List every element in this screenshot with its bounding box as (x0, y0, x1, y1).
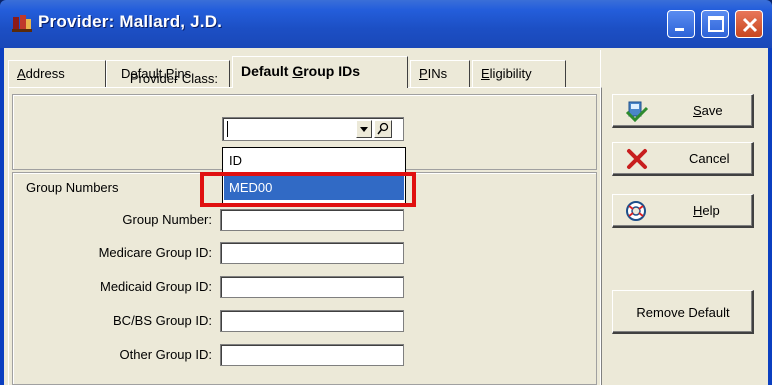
remove-default-label: Remove Default (636, 305, 730, 320)
help-button[interactable]: Help (612, 194, 754, 228)
medicare-group-id-label: Medicare Group ID: (98, 245, 212, 260)
cancel-label: Cancel (689, 151, 730, 166)
tab-pins[interactable]: PINs (410, 60, 470, 87)
lookup-icon (377, 122, 389, 135)
annotation-highlight (200, 172, 416, 207)
close-button[interactable] (735, 10, 763, 38)
save-label: ave (701, 103, 723, 118)
cancel-icon (627, 149, 647, 169)
group-numbers-heading: Group Numbers (26, 180, 119, 195)
tab-eligibility-label: ligibility (489, 66, 532, 81)
tab-eligibility-mnemonic: E (481, 66, 490, 81)
bcbs-group-id-label: BC/BS Group ID: (113, 313, 212, 328)
medicaid-group-id-field[interactable] (220, 276, 404, 298)
button-panel-divider (600, 50, 601, 385)
group-number-label: Group Number: (122, 212, 212, 227)
provider-window: Provider: Mallard, J.D. Address Default … (0, 0, 772, 385)
help-label: elp (702, 203, 720, 218)
tab-eligibility[interactable]: Eligibility (472, 60, 566, 87)
tab-default-group-ids-mnemonic: G (292, 63, 304, 79)
minimize-button[interactable] (667, 10, 695, 38)
group-number-field[interactable] (220, 209, 404, 231)
close-icon (742, 17, 758, 33)
tab-address[interactable]: Address (8, 60, 106, 87)
maximize-button[interactable] (701, 10, 729, 38)
text-caret (227, 121, 228, 137)
save-icon (625, 101, 649, 122)
dropdown-option-id[interactable]: ID (224, 149, 404, 173)
cancel-button[interactable]: Cancel (612, 142, 754, 176)
dropdown-button[interactable] (356, 120, 372, 138)
bcbs-group-id-field[interactable] (220, 310, 404, 332)
medicare-group-id-field[interactable] (220, 242, 404, 264)
remove-default-button[interactable]: Remove Default (612, 290, 754, 334)
tab-address-mnemonic: A (17, 66, 26, 81)
tab-default-group-ids[interactable]: Default Group IDs (232, 56, 408, 88)
app-icon (12, 15, 32, 32)
tab-default-group-ids-label-rest: roup IDs (303, 63, 361, 79)
minimize-icon (675, 28, 684, 31)
window-frame-right (768, 48, 772, 385)
help-mnemonic: H (693, 203, 703, 218)
lookup-button[interactable] (374, 120, 392, 138)
help-icon (626, 201, 646, 221)
title-bar[interactable]: Provider: Mallard, J.D. (0, 0, 772, 48)
save-button[interactable]: Save (612, 94, 754, 128)
tab-pins-mnemonic: P (419, 66, 428, 81)
other-group-id-label: Other Group ID: (119, 347, 212, 362)
window-title: Provider: Mallard, J.D. (38, 12, 223, 31)
tab-pins-label: INs (427, 66, 448, 81)
medicaid-group-id-label: Medicaid Group ID: (100, 279, 212, 294)
tab-default-group-ids-label-pre: Default (241, 63, 293, 79)
tab-address-label: ddress (25, 66, 65, 81)
save-mnemonic: S (693, 103, 702, 118)
provider-class-label: Provider Class: (129, 71, 218, 86)
other-group-id-field[interactable] (220, 344, 404, 366)
provider-class-combobox[interactable] (222, 117, 404, 141)
maximize-icon (708, 16, 724, 32)
chevron-down-icon (360, 127, 368, 132)
